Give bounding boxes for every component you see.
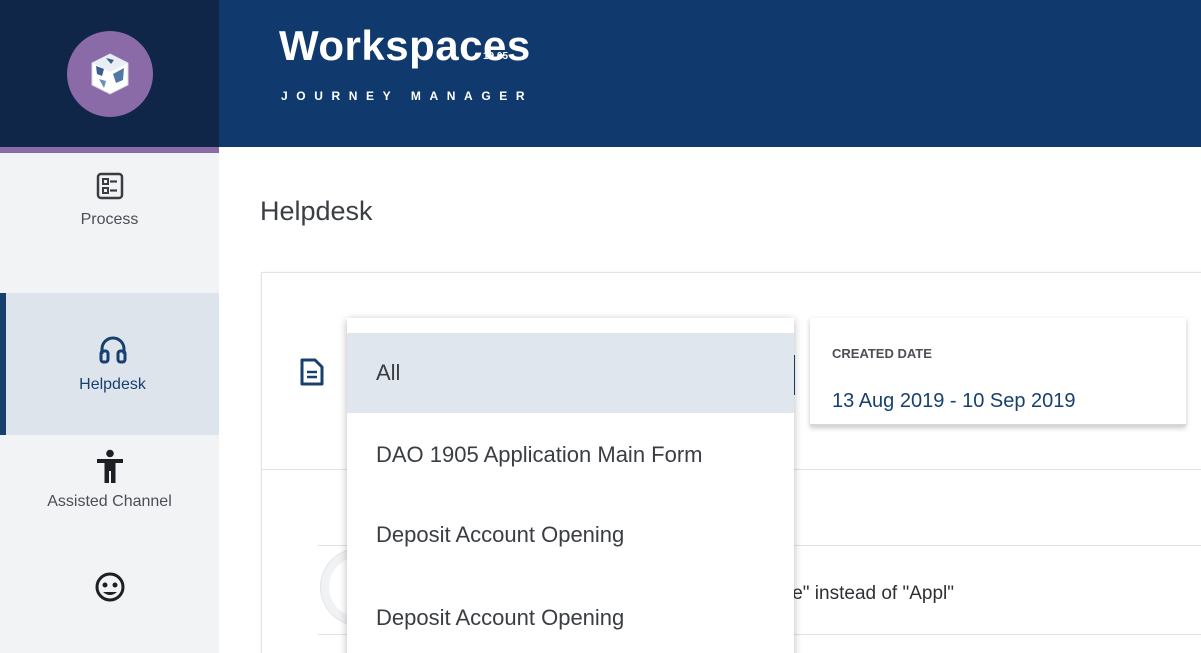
app-subtitle: JOURNEY MANAGER bbox=[281, 89, 534, 103]
app-version: 19.05 bbox=[483, 51, 509, 62]
sidebar-item-label: Process bbox=[80, 211, 139, 228]
logo-area[interactable] bbox=[0, 0, 219, 147]
created-date-value[interactable]: 13 Aug 2019 - 10 Sep 2019 bbox=[832, 390, 1076, 413]
created-date-filter[interactable]: CREATED DATE 13 Aug 2019 - 10 Sep 2019 bbox=[810, 318, 1186, 426]
page-title: Helpdesk bbox=[260, 196, 373, 226]
sidebar-item-label: Helpdesk bbox=[79, 376, 146, 393]
sidebar: Process Helpdesk Assisted Channel bbox=[0, 153, 219, 653]
sidebar-item-process[interactable]: Process bbox=[0, 171, 219, 291]
face-icon bbox=[95, 572, 124, 602]
dropdown-option-all[interactable]: All bbox=[347, 333, 794, 413]
cube-map-icon bbox=[91, 52, 128, 95]
app-title: Workspaces bbox=[279, 22, 531, 69]
dropdown-option-deposit-account-opening[interactable]: Deposit Account Opening bbox=[347, 495, 794, 575]
headset-icon bbox=[99, 336, 126, 364]
sidebar-item-face[interactable] bbox=[0, 571, 219, 651]
form-dropdown-menu[interactable]: All DAO 1905 Application Main Form Depos… bbox=[347, 318, 794, 653]
sidebar-item-helpdesk[interactable]: Helpdesk bbox=[0, 293, 219, 435]
person-icon bbox=[96, 449, 123, 483]
created-date-label: CREATED DATE bbox=[832, 346, 932, 361]
dropdown-option-deposit-account-opening-2[interactable]: Deposit Account Opening bbox=[347, 578, 794, 653]
sidebar-item-assisted-channel[interactable]: Assisted Channel bbox=[0, 449, 219, 559]
result-row-text: le" instead of "Appl" bbox=[788, 583, 954, 604]
process-list-icon bbox=[96, 172, 123, 200]
form-document-icon bbox=[300, 358, 324, 386]
app-header: Workspaces 19.05 JOURNEY MANAGER bbox=[219, 0, 1201, 147]
sidebar-item-label: Assisted Channel bbox=[47, 493, 172, 510]
app-logo[interactable] bbox=[66, 30, 153, 117]
dropdown-option-dao-1905[interactable]: DAO 1905 Application Main Form bbox=[347, 415, 794, 495]
